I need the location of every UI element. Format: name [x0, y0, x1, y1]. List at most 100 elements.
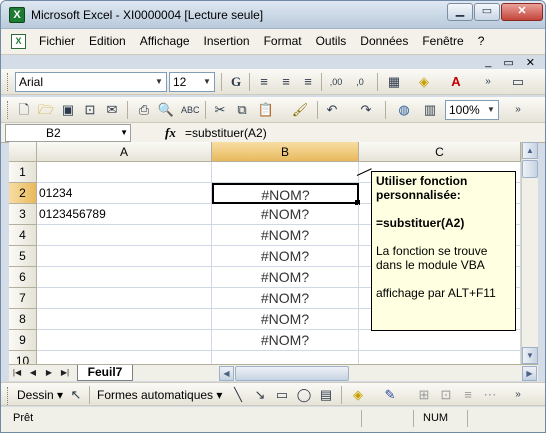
cell-b[interactable] [212, 351, 359, 364]
cell-b[interactable] [212, 162, 359, 183]
column-header-b[interactable]: B [212, 142, 359, 162]
first-sheet-icon[interactable]: |◀ [11, 366, 23, 380]
undo-icon[interactable]: ↶ [323, 101, 341, 119]
bold-button[interactable]: G [227, 73, 245, 91]
cell-a[interactable]: 01234 [37, 183, 212, 204]
select-objects-icon[interactable]: ↖ [67, 386, 85, 404]
3d-style-icon[interactable]: ⊡ [437, 386, 455, 404]
toolbar-grip[interactable] [7, 387, 10, 405]
font-color-icon[interactable]: A [447, 73, 465, 91]
cell-b[interactable]: #NOM? [212, 246, 359, 267]
format-painter-icon[interactable]: 🖌 [291, 101, 309, 119]
cell-c[interactable] [359, 351, 521, 364]
increase-decimal-icon[interactable]: ,00 [327, 73, 345, 91]
redo-icon[interactable]: ↷ [357, 101, 375, 119]
next-sheet-icon[interactable]: ▶ [43, 366, 55, 380]
cell-a[interactable] [37, 309, 212, 330]
toolbar-options-icon[interactable]: » [479, 73, 497, 91]
cell-comment[interactable]: Utiliser fonction personnalisée: =substi… [371, 171, 516, 331]
workbook-minimize-button[interactable]: _ [485, 56, 491, 69]
oval-icon[interactable]: ◯ [295, 386, 313, 404]
autoshapes-menu-button[interactable]: Formes automatiques ▾ [97, 388, 222, 402]
select-all-corner[interactable] [9, 142, 37, 162]
zoom-select[interactable]: 100% ▼ [445, 100, 499, 120]
menu-edition[interactable]: Edition [89, 34, 126, 48]
sheet-tab-feuil7[interactable]: Feuil7 [77, 365, 133, 381]
cell-a[interactable] [37, 288, 212, 309]
menu-affichage[interactable]: Affichage [140, 34, 190, 48]
print-icon[interactable]: ⎙ [135, 101, 153, 119]
cell-a[interactable] [37, 351, 212, 364]
menu-fenetre[interactable]: Fenêtre [422, 34, 463, 48]
menu-donnees[interactable]: Données [360, 34, 408, 48]
menu-insertion[interactable]: Insertion [204, 34, 250, 48]
spelling-icon[interactable]: ABC [181, 101, 200, 119]
paste-icon[interactable]: 📋 [257, 101, 275, 119]
decrease-decimal-icon[interactable]: ,0 [351, 73, 369, 91]
dash-style-icon[interactable]: ⋯ [481, 386, 499, 404]
menu-format[interactable]: Format [264, 34, 302, 48]
toolbar-grip[interactable] [7, 101, 10, 119]
cell-a[interactable] [37, 225, 212, 246]
toolbar-options-icon[interactable]: » [509, 386, 527, 404]
toolbar-extra-icon[interactable]: ▭ [509, 73, 527, 91]
cell-b[interactable]: #NOM? [212, 330, 359, 351]
hyperlink-icon[interactable]: ◍ [395, 101, 413, 119]
cell-a[interactable] [37, 267, 212, 288]
align-right-icon[interactable]: ≡ [299, 73, 317, 91]
copy-icon[interactable]: ⧉ [233, 101, 251, 119]
email-icon[interactable]: ✉ [103, 101, 121, 119]
row-header[interactable]: 9 [9, 330, 37, 351]
scroll-right-icon[interactable]: ▶ [522, 366, 537, 381]
cell-b[interactable]: #NOM? [212, 288, 359, 309]
toolbar-grip[interactable] [7, 73, 10, 91]
borders-icon[interactable]: ▦ [385, 73, 403, 91]
chevron-down-icon[interactable]: ▼ [120, 125, 128, 141]
row-header[interactable]: 8 [9, 309, 37, 330]
insert-function-icon[interactable]: fx [165, 125, 176, 141]
scroll-down-icon[interactable]: ▼ [522, 347, 538, 364]
previous-sheet-icon[interactable]: ◀ [27, 366, 39, 380]
new-document-icon[interactable]: 🗋 [15, 101, 33, 119]
fill-color-icon[interactable]: ◈ [415, 73, 433, 91]
cell-c[interactable] [359, 330, 521, 351]
close-button[interactable]: ✕ [501, 3, 543, 21]
font-name-select[interactable]: Arial ▼ [15, 72, 167, 92]
active-cell-b[interactable]: #NOM? [212, 183, 359, 204]
minimize-button[interactable]: ▁ [447, 3, 473, 21]
arrow-icon[interactable]: ↘ [251, 386, 269, 404]
cell-a[interactable] [37, 162, 212, 183]
save-icon[interactable]: ▣ [59, 101, 77, 119]
cell-b[interactable]: #NOM? [212, 267, 359, 288]
horizontal-scroll-thumb[interactable] [235, 366, 349, 381]
row-header[interactable]: 4 [9, 225, 37, 246]
cut-icon[interactable]: ✂ [211, 101, 229, 119]
name-box[interactable]: B2 ▼ [5, 124, 131, 142]
scroll-left-icon[interactable]: ◀ [219, 366, 234, 381]
formula-input[interactable]: =substituer(A2) [185, 126, 267, 140]
cell-a[interactable]: 0123456789 [37, 204, 212, 225]
last-sheet-icon[interactable]: ▶| [59, 366, 71, 380]
excel-app-icon[interactable]: X [9, 7, 25, 23]
align-left-icon[interactable]: ≡ [255, 73, 273, 91]
line-color-icon[interactable]: ✎ [381, 386, 399, 404]
workbook-restore-button[interactable]: ▭ [503, 56, 513, 69]
cell-b[interactable]: #NOM? [212, 309, 359, 330]
font-size-select[interactable]: 12 ▼ [169, 72, 215, 92]
toolbar-options-icon[interactable]: » [509, 101, 527, 119]
row-header[interactable]: 5 [9, 246, 37, 267]
scroll-up-icon[interactable]: ▲ [522, 142, 538, 159]
text-box-icon[interactable]: ▤ [317, 386, 335, 404]
workbook-icon[interactable]: X [11, 34, 26, 49]
align-center-icon[interactable]: ≡ [277, 73, 295, 91]
shadow-style-icon[interactable]: ⊞ [415, 386, 433, 404]
permission-icon[interactable]: ⊡ [81, 101, 99, 119]
row-header[interactable]: 3 [9, 204, 37, 225]
open-folder-icon[interactable]: 🗁 [37, 101, 55, 119]
cell-a[interactable] [37, 330, 212, 351]
fill-color-icon[interactable]: ◈ [349, 386, 367, 404]
row-header[interactable]: 6 [9, 267, 37, 288]
row-header[interactable]: 7 [9, 288, 37, 309]
maximize-button[interactable]: ▭ [474, 3, 500, 21]
row-header[interactable]: 10 [9, 351, 37, 364]
